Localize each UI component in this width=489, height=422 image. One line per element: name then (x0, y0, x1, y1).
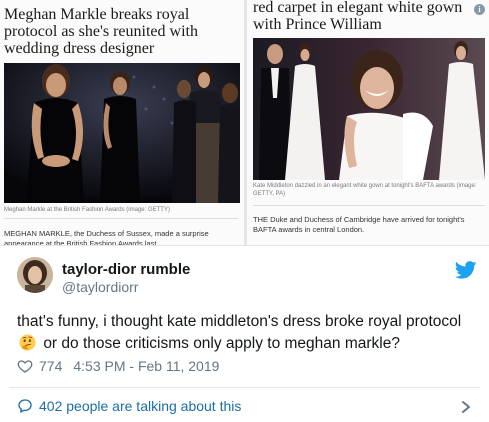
tweet-timestamp[interactable]: 4:53 PM - Feb 11, 2019 (73, 358, 219, 374)
news-snippet-right: THE Duke and Duchess of Cambridge have a… (253, 215, 465, 234)
meghan-photo (4, 63, 240, 203)
news-article-right: red carpet in elegant white gown with Pr… (247, 0, 489, 245)
divider (4, 218, 238, 219)
user-handle[interactable]: @taylordiorr (62, 279, 138, 295)
like-count[interactable]: 774 (39, 358, 62, 374)
speech-bubble-icon (18, 399, 32, 413)
tweet-text-part-1: that's funny, i thought kate middleton's… (17, 313, 462, 330)
news-article-left: Meghan Markle breaks royal protocol as s… (0, 0, 244, 246)
conversation-link[interactable]: 402 people are talking about this (17, 398, 241, 414)
divider (9, 387, 480, 388)
divider (253, 205, 485, 206)
tweet-card: taylor-dior rumble @taylordiorr that's f… (0, 247, 489, 422)
news-headline-left: Meghan Markle breaks royal protocol as s… (4, 6, 198, 57)
avatar[interactable] (17, 257, 53, 293)
news-caption-left: Meghan Markle at the British Fashion Awa… (4, 207, 170, 213)
info-icon[interactable]: i (474, 4, 485, 15)
twitter-bird-icon[interactable] (455, 261, 477, 279)
tweet-media-image[interactable]: Meghan Markle breaks royal protocol as s… (0, 0, 489, 246)
tweet-meta: 774 4:53 PM - Feb 11, 2019 (17, 357, 219, 375)
tweet-text: that's funny, i thought kate middleton's… (17, 311, 479, 355)
news-snippet-left: MEGHAN MARKLE, the Duchess of Sussex, ma… (4, 229, 209, 246)
chevron-right-icon[interactable] (459, 399, 473, 415)
thinking-face-icon (19, 334, 36, 351)
kate-photo (253, 38, 485, 180)
news-headline-right: red carpet in elegant white gown with Pr… (253, 0, 463, 33)
tweet-text-part-2: or do those criticisms only apply to meg… (43, 335, 400, 352)
display-name[interactable]: taylor-dior rumble (62, 261, 190, 278)
news-caption-right: Kate Middleton dazzled in an elegant whi… (253, 183, 477, 197)
heart-icon[interactable] (17, 358, 33, 374)
talking-count-text: 402 people are talking about this (39, 398, 242, 414)
